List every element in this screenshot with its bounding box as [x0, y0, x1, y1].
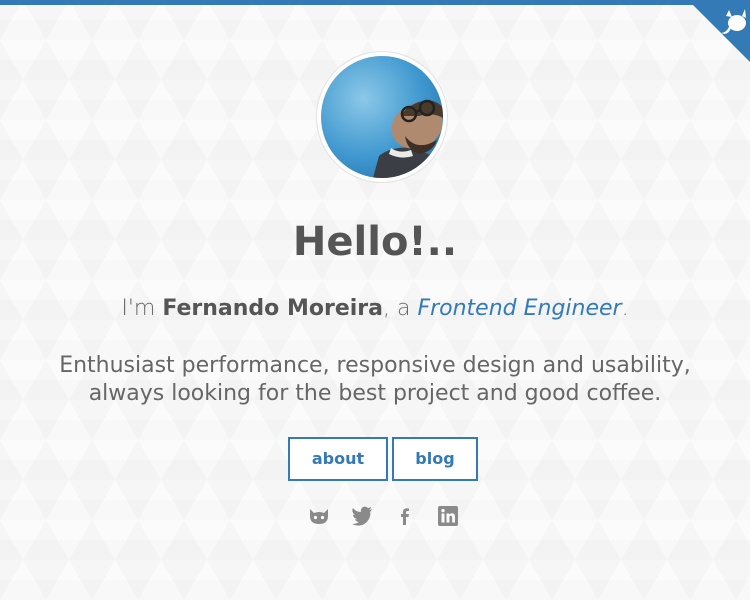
github-link[interactable]: [307, 505, 350, 527]
twitter-icon: [352, 506, 372, 526]
nav-buttons: about blog: [288, 437, 478, 481]
linkedin-icon: [438, 506, 458, 526]
page-title: Hello!..: [292, 219, 458, 265]
facebook-icon: [401, 508, 409, 525]
facebook-link[interactable]: [393, 505, 436, 527]
intro-prefix: I'm: [121, 296, 163, 321]
author-name: Fernando Moreira: [162, 296, 383, 321]
avatar: [317, 52, 447, 182]
twitter-link[interactable]: [350, 505, 393, 527]
about-button[interactable]: about: [288, 437, 388, 481]
blog-button[interactable]: blog: [392, 437, 478, 481]
linkedin-link[interactable]: [436, 505, 479, 527]
intro-suffix: .: [621, 296, 629, 321]
github-icon: [310, 509, 328, 524]
github-cat-icon: [688, 0, 750, 62]
top-accent-bar: [0, 0, 750, 5]
social-links: [307, 505, 479, 527]
intro-line: I'm Fernando Moreira, a Frontend Enginee…: [0, 294, 750, 324]
intro-middle: , a: [382, 296, 418, 321]
role-link[interactable]: Frontend Engineer: [417, 296, 621, 321]
github-corner-link[interactable]: [688, 0, 750, 62]
bio-description: Enthusiast performance, responsive desig…: [59, 353, 691, 406]
